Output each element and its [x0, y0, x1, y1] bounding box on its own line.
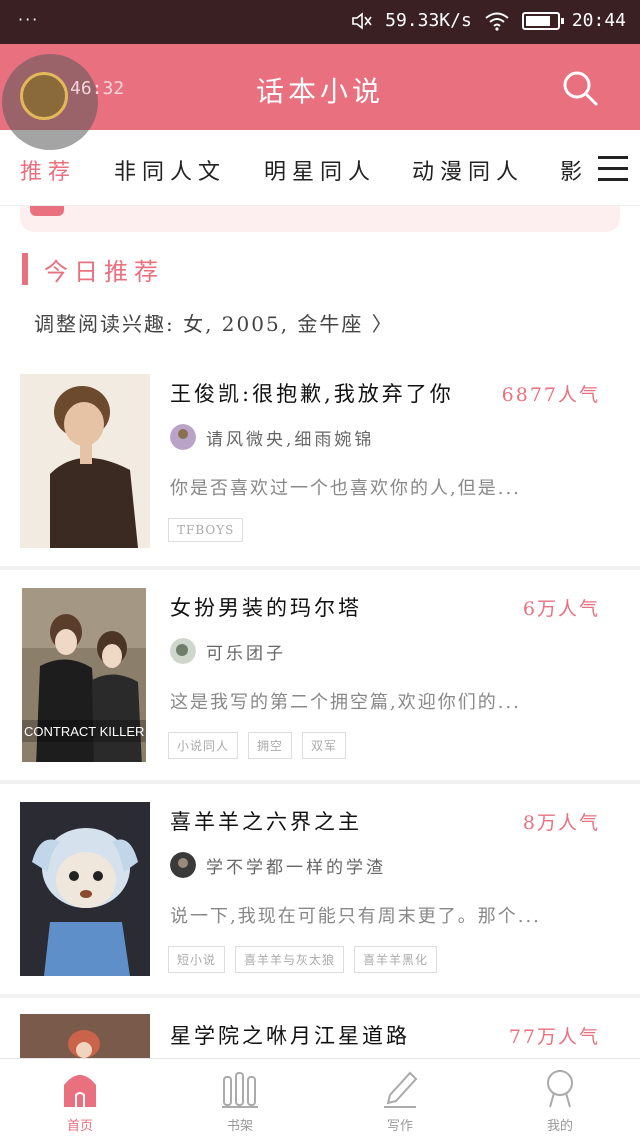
book-title[interactable]: 王俊凯:很抱歉,我放弃了你	[170, 378, 454, 408]
book-description: 你是否喜欢过一个也喜欢你的人,但是...	[170, 478, 521, 499]
search-icon[interactable]	[560, 68, 600, 108]
author-row: 学不学都一样的学渣	[170, 852, 386, 878]
avatar	[170, 638, 196, 664]
battery-fill	[525, 15, 550, 26]
book-author: 请风微央,细雨婉锦	[206, 429, 375, 450]
book-item[interactable]: 喜羊羊之六界之主 8万人气 学不学都一样的学渣 说一下,我现在可能只有周末更了。…	[0, 796, 640, 1006]
nav-label: 我的	[546, 1119, 573, 1134]
cover-text: CONTRACT KILLER	[24, 724, 144, 739]
divider	[0, 994, 640, 998]
wifi-icon	[485, 12, 509, 31]
banner-strip[interactable]	[20, 206, 620, 232]
status-bar: ··· 59.33K/s 20:44	[0, 0, 640, 44]
book-title[interactable]: 喜羊羊之六界之主	[170, 806, 362, 836]
book-popularity: 8万人气	[522, 812, 600, 834]
book-description: 这是我写的第二个拥空篇,欢迎你们的...	[170, 692, 521, 713]
tab-recommend[interactable]: 推荐	[20, 154, 76, 186]
book-popularity: 6877人气	[501, 384, 600, 406]
category-tabs: 推荐 非同人文 明星同人 动漫同人 影	[0, 130, 640, 206]
floating-timer-button[interactable]	[2, 54, 98, 150]
user-icon	[547, 1070, 573, 1108]
section-header: 今日推荐	[22, 252, 164, 286]
home-icon	[64, 1075, 96, 1107]
tag[interactable]: 喜羊羊与灰太狼	[235, 946, 345, 973]
floating-timer-text: 46:32	[70, 78, 125, 99]
tag[interactable]: 短小说	[168, 946, 226, 973]
divider	[0, 566, 640, 570]
nav-label: 写作	[386, 1119, 413, 1134]
section-title: 今日推荐	[44, 257, 164, 286]
tag[interactable]: 拥空	[248, 732, 293, 759]
banner-indicator	[30, 206, 64, 216]
divider	[0, 780, 640, 784]
section-accent-bar	[22, 253, 28, 285]
avatar	[170, 424, 196, 450]
nav-label: 首页	[66, 1119, 93, 1134]
book-cover: CONTRACT KILLER	[22, 588, 146, 762]
book-title[interactable]: 女扮男装的玛尔塔	[170, 592, 362, 622]
author-row: 请风微央,细雨婉锦	[170, 424, 374, 450]
reading-preferences-link[interactable]: 调整阅读兴趣: 女, 2005, 金牛座 〉	[34, 308, 394, 337]
tag[interactable]: 双军	[302, 732, 347, 759]
tag[interactable]: TFBOYS	[168, 518, 244, 542]
menu-icon[interactable]	[598, 156, 628, 182]
tab-film[interactable]: 影	[560, 154, 588, 186]
book-item[interactable]: 星学院之咻月江星道路 77万人气	[0, 1010, 640, 1058]
book-author: 可乐团子	[206, 643, 286, 664]
author-row: 可乐团子	[170, 638, 286, 664]
tag[interactable]: 小说同人	[168, 732, 239, 759]
book-popularity: 6万人气	[522, 598, 600, 620]
book-tags: 小说同人 拥空 双军	[168, 732, 347, 759]
nav-home[interactable]: 首页	[20, 1067, 140, 1134]
tab-original[interactable]: 非同人文	[114, 154, 226, 186]
book-item[interactable]: CONTRACT KILLER 女扮男装的玛尔塔 6万人气 可乐团子 这是我写的…	[0, 582, 640, 792]
clock: 20:44	[571, 10, 626, 31]
bottom-nav: 首页 书架 写作 我的	[0, 1058, 640, 1138]
nav-label: 书架	[226, 1119, 253, 1134]
tab-celebrity-fanfic[interactable]: 明星同人	[264, 154, 376, 186]
book-cover	[20, 374, 150, 548]
book-tags: 短小说 喜羊羊与灰太狼 喜羊羊黑化	[168, 946, 438, 973]
nav-bookshelf[interactable]: 书架	[180, 1067, 300, 1134]
book-item[interactable]: 王俊凯:很抱歉,我放弃了你 6877人气 请风微央,细雨婉锦 你是否喜欢过一个也…	[0, 368, 640, 578]
book-cover	[20, 1014, 150, 1058]
book-popularity: 77万人气	[508, 1026, 600, 1048]
nav-write[interactable]: 写作	[340, 1067, 460, 1134]
nav-profile[interactable]: 我的	[500, 1067, 620, 1134]
book-title[interactable]: 星学院之咻月江星道路	[170, 1020, 410, 1050]
pencil-icon	[384, 1071, 418, 1108]
book-cover	[20, 802, 150, 976]
book-tags: TFBOYS	[168, 518, 244, 542]
avatar	[170, 852, 196, 878]
bookshelf-icon	[222, 1072, 258, 1108]
tab-anime-fanfic[interactable]: 动漫同人	[412, 154, 524, 186]
status-right: 59.33K/s 20:44	[351, 10, 626, 31]
tag[interactable]: 喜羊羊黑化	[354, 946, 438, 973]
notification-dots: ···	[18, 10, 40, 29]
battery-icon	[521, 11, 564, 30]
alarm-clock-icon	[20, 72, 68, 120]
network-speed: 59.33K/s	[385, 10, 472, 31]
book-description: 说一下,我现在可能只有周末更了。那个...	[170, 906, 541, 927]
mute-icon	[352, 11, 372, 30]
book-author: 学不学都一样的学渣	[206, 857, 386, 878]
